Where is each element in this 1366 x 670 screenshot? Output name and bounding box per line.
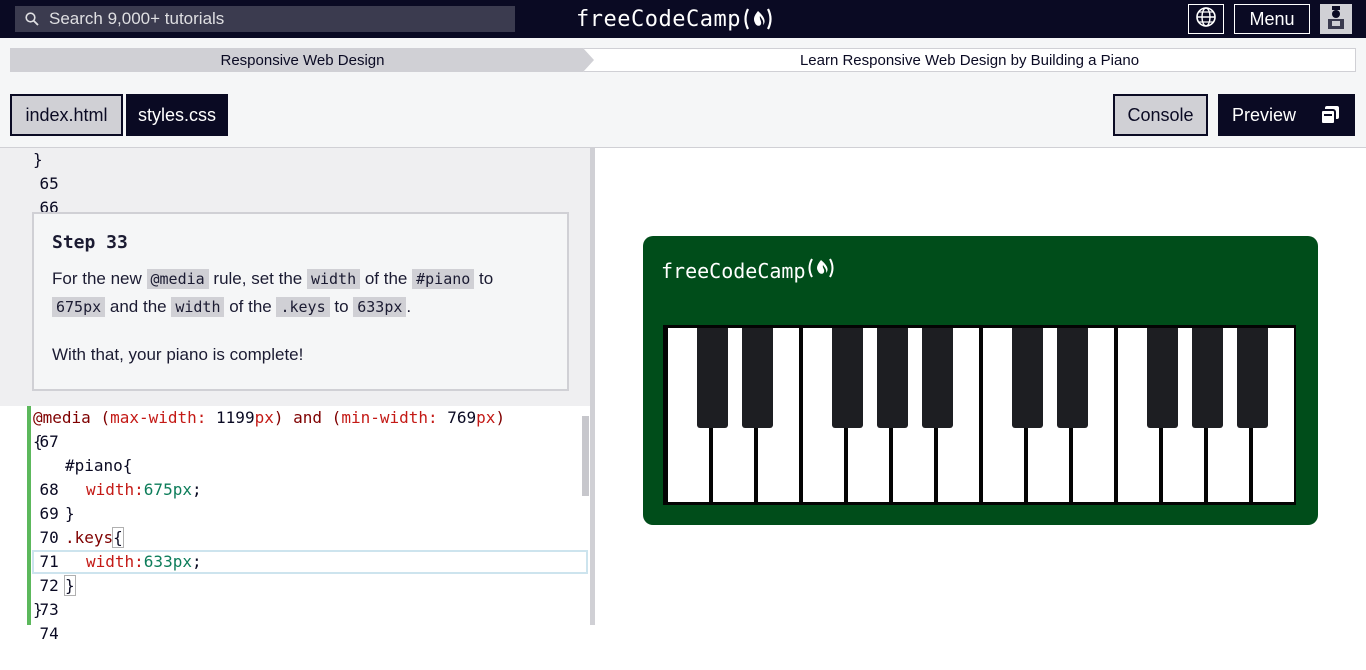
black-key[interactable] xyxy=(1237,328,1268,428)
toolbar: Responsive Web Design Learn Responsive W… xyxy=(0,38,1366,148)
avatar[interactable] xyxy=(1320,4,1352,34)
breadcrumb-superblock[interactable]: Responsive Web Design xyxy=(10,48,595,72)
black-key[interactable] xyxy=(922,328,953,428)
code-line[interactable]: 69 width:675px; xyxy=(0,478,588,523)
code-line[interactable]: 71 .keys{ xyxy=(0,526,588,571)
brand-text: freeCodeCamp xyxy=(576,6,741,32)
user-avatar-icon xyxy=(1323,4,1349,35)
piano-keys xyxy=(663,325,1296,505)
flame-icon xyxy=(806,256,836,285)
code-text[interactable]: } xyxy=(33,598,43,622)
code-line: 65} xyxy=(0,148,588,193)
top-nav: freeCodeCamp Menu xyxy=(0,0,1366,38)
code-text[interactable]: } xyxy=(64,574,76,598)
code-text: } xyxy=(33,150,43,169)
step-title: Step 33 xyxy=(52,232,128,253)
piano: freeCodeCamp xyxy=(643,236,1318,525)
editor-scrollbar[interactable] xyxy=(582,416,589,496)
globe-icon xyxy=(1195,6,1217,33)
tab-index-html[interactable]: index.html xyxy=(10,94,123,136)
menu-button[interactable]: Menu xyxy=(1234,4,1310,34)
black-key[interactable] xyxy=(742,328,773,428)
code-line[interactable]: 74} xyxy=(0,598,588,643)
code-line-active[interactable]: 72 width:633px; xyxy=(0,550,588,595)
code-line[interactable]: 68 #piano{ xyxy=(0,454,588,499)
code-text[interactable]: @media (max-width: 1199px) and (min-widt… xyxy=(33,406,505,430)
code-text[interactable]: .keys{ xyxy=(65,526,124,550)
search-bar[interactable] xyxy=(15,6,515,32)
black-key[interactable] xyxy=(1012,328,1043,428)
black-key[interactable] xyxy=(832,328,863,428)
search-input[interactable] xyxy=(49,9,489,29)
piano-logo: freeCodeCamp xyxy=(661,256,836,285)
code-line[interactable]: 73} xyxy=(0,574,588,619)
code-line: 66 xyxy=(0,172,588,217)
black-key[interactable] xyxy=(697,328,728,428)
code-text[interactable]: } xyxy=(65,502,75,526)
code-text[interactable]: { xyxy=(33,430,43,454)
line-number: 74 xyxy=(39,624,59,643)
code-text[interactable]: #piano{ xyxy=(65,454,132,478)
code-line[interactable]: 70} xyxy=(0,502,588,547)
step-instructions: For the new @media rule, set the width o… xyxy=(52,269,494,317)
black-key[interactable] xyxy=(1057,328,1088,428)
piano-logo-text: freeCodeCamp xyxy=(661,258,806,283)
code-line[interactable]: { xyxy=(0,430,588,454)
preview-label: Preview xyxy=(1232,104,1297,125)
console-button[interactable]: Console xyxy=(1113,94,1208,136)
step-description: Step 33 For the new @media rule, set the… xyxy=(32,212,569,391)
code-editor[interactable]: 65} 66 Step 33 For the new @media rule, … xyxy=(0,148,592,643)
external-window-icon[interactable] xyxy=(1319,104,1341,126)
code-text[interactable]: width:675px; xyxy=(86,478,202,502)
flame-icon xyxy=(741,6,775,32)
code-text[interactable]: width:633px; xyxy=(86,550,202,574)
language-button[interactable] xyxy=(1188,4,1224,34)
black-key[interactable] xyxy=(1147,328,1178,428)
code-line[interactable]: 67 @media (max-width: 1199px) and (min-wi… xyxy=(0,406,588,451)
step-completion-note: With that, your piano is complete! xyxy=(52,345,304,364)
search-icon xyxy=(15,12,49,26)
breadcrumb-block[interactable]: Learn Responsive Web Design by Building … xyxy=(583,48,1356,72)
preview-button[interactable]: Preview xyxy=(1218,94,1355,136)
black-key[interactable] xyxy=(877,328,908,428)
brand-logo[interactable]: freeCodeCamp xyxy=(576,3,775,35)
black-key[interactable] xyxy=(1192,328,1223,428)
tab-styles-css[interactable]: styles.css xyxy=(126,94,228,136)
